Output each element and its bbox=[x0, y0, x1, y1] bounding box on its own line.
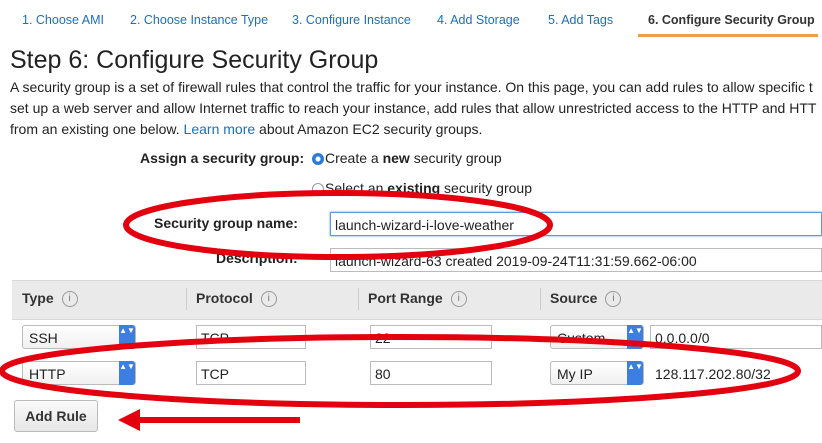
learn-more-link[interactable]: Learn more bbox=[184, 121, 256, 137]
radio-select-existing[interactable] bbox=[312, 183, 324, 195]
source-select[interactable]: Custom ▲▼ bbox=[550, 325, 644, 349]
assign-security-group-label: Assign a security group: bbox=[140, 150, 305, 166]
info-icon[interactable]: i bbox=[605, 291, 622, 308]
description-label: Description: bbox=[216, 250, 298, 266]
description-line-2: set up a web server and allow Internet t… bbox=[10, 100, 817, 116]
source-cidr-input[interactable]: 0.0.0.0/0 bbox=[650, 325, 822, 349]
info-icon[interactable]: i bbox=[260, 291, 277, 308]
header-protocol: Protocol i bbox=[196, 290, 277, 308]
source-select-value: Custom bbox=[557, 330, 606, 346]
select-arrows-icon: ▲▼ bbox=[119, 361, 135, 385]
page-title: Step 6: Configure Security Group bbox=[10, 46, 379, 74]
option-create-prefix: Create a bbox=[325, 150, 383, 166]
radio-select-existing-label[interactable]: Select an existing security group bbox=[325, 180, 532, 196]
protocol-field: TCP bbox=[196, 361, 306, 385]
security-group-name-input[interactable]: launch-wizard-i-love-weather bbox=[330, 212, 822, 236]
type-select-value: HTTP bbox=[29, 366, 66, 382]
add-rule-button[interactable]: Add Rule bbox=[14, 400, 98, 432]
column-divider bbox=[358, 288, 359, 310]
description-line-1: A security group is a set of firewall ru… bbox=[10, 79, 813, 95]
column-divider bbox=[540, 288, 541, 310]
description-line-3-prefix: from an existing one below. bbox=[10, 121, 180, 137]
header-source-label: Source bbox=[550, 290, 598, 306]
security-group-name-label: Security group name: bbox=[154, 215, 298, 231]
header-source: Source i bbox=[550, 290, 622, 308]
type-select[interactable]: SSH ▲▼ bbox=[22, 325, 136, 349]
info-icon[interactable]: i bbox=[450, 291, 467, 308]
active-tab-indicator bbox=[638, 34, 818, 37]
type-select[interactable]: HTTP ▲▼ bbox=[22, 361, 136, 385]
type-select-value: SSH bbox=[29, 330, 58, 346]
header-port-range-label: Port Range bbox=[368, 290, 443, 306]
option-create-suffix: security group bbox=[409, 150, 502, 166]
source-select[interactable]: My IP ▲▼ bbox=[550, 361, 644, 385]
port-range-input[interactable]: 22 bbox=[370, 325, 492, 349]
tab-configure-security-group[interactable]: 6. Configure Security Group bbox=[648, 0, 815, 34]
select-arrows-icon: ▲▼ bbox=[627, 361, 643, 385]
radio-create-new[interactable] bbox=[312, 153, 324, 165]
option-existing-bold: existing bbox=[387, 180, 441, 196]
tab-configure-instance[interactable]: 3. Configure Instance bbox=[292, 0, 411, 34]
protocol-field: TCP bbox=[196, 325, 306, 349]
description-input[interactable]: launch-wizard-63 created 2019-09-24T11:3… bbox=[330, 248, 822, 272]
header-type-label: Type bbox=[22, 290, 54, 306]
description-line-3-suffix: about Amazon EC2 security groups. bbox=[259, 121, 483, 137]
option-existing-suffix: security group bbox=[440, 180, 532, 196]
tab-choose-instance-type[interactable]: 2. Choose Instance Type bbox=[130, 0, 268, 34]
header-protocol-label: Protocol bbox=[196, 290, 253, 306]
port-range-input[interactable]: 80 bbox=[370, 361, 492, 385]
option-create-bold: new bbox=[382, 150, 410, 166]
info-icon[interactable]: i bbox=[61, 291, 78, 308]
tab-add-storage[interactable]: 4. Add Storage bbox=[437, 0, 520, 34]
column-divider bbox=[186, 288, 187, 310]
annotation-arrow-head bbox=[118, 409, 140, 431]
source-select-value: My IP bbox=[557, 366, 593, 382]
header-port-range: Port Range i bbox=[368, 290, 467, 308]
description-line-3: from an existing one below. Learn more a… bbox=[10, 121, 482, 137]
radio-create-new-label[interactable]: Create a new security group bbox=[325, 150, 502, 166]
select-arrows-icon: ▲▼ bbox=[627, 325, 643, 349]
select-arrows-icon: ▲▼ bbox=[119, 325, 135, 349]
tab-add-tags[interactable]: 5. Add Tags bbox=[548, 0, 613, 34]
tab-choose-ami[interactable]: 1. Choose AMI bbox=[22, 0, 104, 34]
option-existing-prefix: Select an bbox=[325, 180, 388, 196]
source-cidr-input[interactable]: 128.117.202.80/32 bbox=[650, 361, 822, 385]
header-type: Type i bbox=[22, 290, 78, 308]
